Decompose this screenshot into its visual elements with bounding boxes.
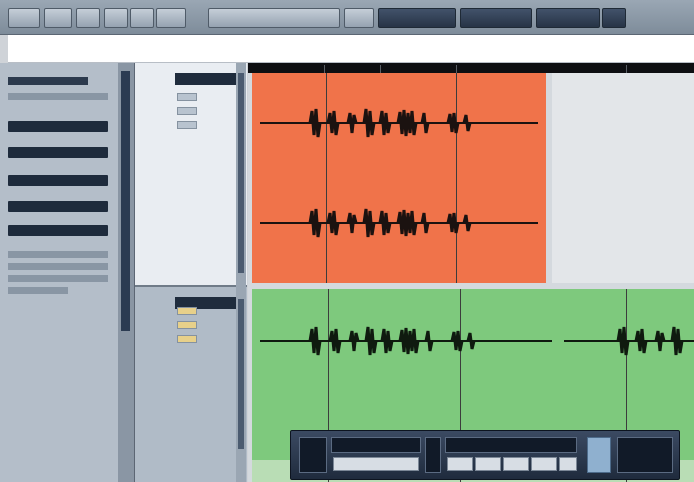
- empty-lane[interactable]: [552, 73, 694, 283]
- inspector-panel: [0, 63, 119, 482]
- scrollbar-thumb[interactable]: [238, 299, 244, 449]
- sync-button[interactable]: [587, 437, 611, 473]
- inspector-section[interactable]: [8, 147, 108, 158]
- waveform-right: [260, 208, 538, 238]
- transport-panel: [290, 430, 680, 480]
- right-locator-display[interactable]: [333, 457, 419, 471]
- record-icon[interactable]: [503, 457, 529, 471]
- ruler-tick: [456, 65, 457, 73]
- inspector-section[interactable]: [8, 121, 108, 132]
- arrange-area[interactable]: [248, 63, 694, 482]
- inspector-section[interactable]: [8, 175, 108, 186]
- edit-mode-icon[interactable]: [76, 8, 100, 28]
- constrain-icon[interactable]: [44, 8, 72, 28]
- mute-button[interactable]: [177, 307, 197, 315]
- track-header-1[interactable]: [135, 63, 247, 287]
- scrollbar-thumb[interactable]: [238, 73, 244, 273]
- scrollbar-thumb[interactable]: [121, 71, 130, 331]
- record-enable-button[interactable]: [177, 335, 197, 343]
- tool-icon-2[interactable]: [156, 8, 186, 28]
- automation-icon[interactable]: [104, 8, 128, 28]
- activate-icon[interactable]: [8, 8, 40, 28]
- cpu-meter: [299, 437, 327, 473]
- inspector-row[interactable]: [8, 287, 68, 294]
- stop-icon[interactable]: [447, 457, 473, 471]
- left-locator-display[interactable]: [331, 437, 421, 453]
- tempo-display[interactable]: [617, 437, 673, 473]
- inspector-row[interactable]: [8, 263, 108, 270]
- ruler-tick: [626, 65, 627, 73]
- ruler-tick: [324, 65, 325, 73]
- audio-event-stereo[interactable]: [252, 73, 546, 283]
- track-list: [135, 63, 247, 482]
- track-list-scrollbar[interactable]: [236, 63, 246, 482]
- track-header-2[interactable]: [135, 287, 247, 482]
- inspector-section[interactable]: [8, 225, 108, 236]
- ruler-tick: [380, 65, 381, 73]
- play-icon[interactable]: [475, 457, 501, 471]
- transport-option[interactable]: [559, 457, 577, 471]
- waveform-mono: [260, 326, 694, 356]
- grid-icon[interactable]: [344, 8, 374, 28]
- info-line: [8, 35, 694, 63]
- cycle-icon[interactable]: [531, 457, 557, 471]
- inspector-row[interactable]: [8, 251, 108, 258]
- tool-icon[interactable]: [130, 8, 154, 28]
- main-toolbar: [0, 0, 694, 35]
- record-enable-button[interactable]: [177, 121, 197, 129]
- waveform-left: [260, 108, 538, 138]
- inspector-header[interactable]: [8, 77, 88, 85]
- inspector-row[interactable]: [8, 93, 108, 100]
- inspector-row[interactable]: [8, 275, 108, 282]
- inspector-scrollbar[interactable]: [118, 63, 135, 482]
- quantize-dropdown[interactable]: [460, 8, 532, 28]
- solo-button[interactable]: [177, 107, 197, 115]
- snap-icon[interactable]: [208, 8, 340, 28]
- position-display[interactable]: [445, 437, 577, 453]
- grid-type-dropdown[interactable]: [378, 8, 456, 28]
- quantize-preset-dropdown[interactable]: [536, 8, 600, 28]
- rewind-icon[interactable]: [425, 437, 441, 473]
- color-icon[interactable]: [602, 8, 626, 28]
- solo-button[interactable]: [177, 321, 197, 329]
- inspector-section[interactable]: [8, 201, 108, 212]
- mute-button[interactable]: [177, 93, 197, 101]
- timeline-ruler[interactable]: [248, 63, 694, 73]
